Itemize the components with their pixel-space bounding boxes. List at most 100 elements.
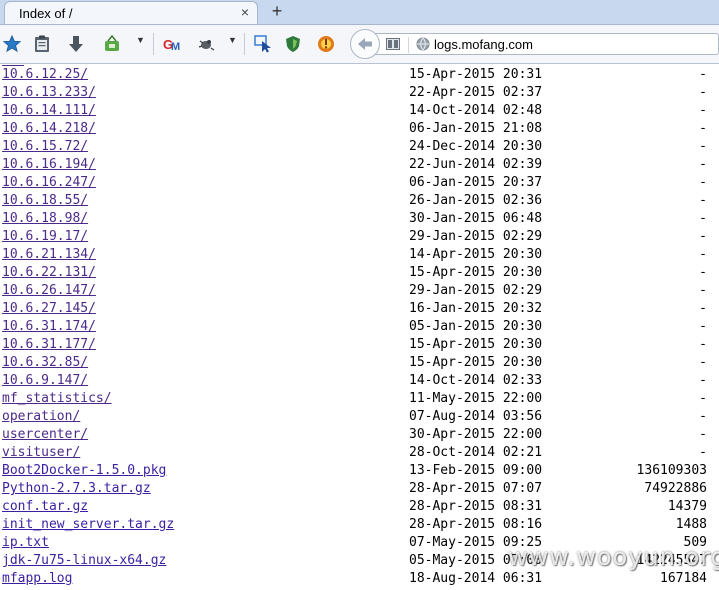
table-row: jdk-7u75-linux-x64.gz 05-May-2015 07:00 14… (0, 552, 719, 570)
directory-link[interactable]: 10.6.19.17/ (2, 229, 88, 244)
table-row: Boot2Docker-1.5.0.pkg 13-Feb-2015 09:00 13… (0, 462, 719, 480)
shield-icon[interactable] (283, 34, 303, 54)
directory-link[interactable]: 10.6.26.147/ (2, 283, 96, 298)
table-row: ip.txt 07-May-2015 09:25 509 (0, 534, 719, 552)
table-row: 10.6.14.218/06-Jan-2015 21:08 - (0, 120, 719, 138)
directory-link[interactable]: 10.6.18.55/ (2, 193, 88, 208)
file-size: 167184 (660, 571, 707, 586)
directory-link[interactable]: 10.6.31.174/ (2, 319, 96, 334)
modified-date: 14-Oct-2014 02:33 (409, 373, 543, 388)
modified-date: 18-Aug-2014 06:31 (409, 571, 543, 586)
modified-date: 28-Apr-2015 08:31 (409, 499, 543, 514)
table-row: 10.6.16.194/22-Jun-2014 02:39 - (0, 156, 719, 174)
directory-link[interactable]: 10.6.18.98/ (2, 211, 88, 226)
modified-date: 15-Apr-2015 20:30 (409, 337, 543, 352)
file-size: - (699, 121, 707, 136)
modified-date: 06-Jan-2015 20:37 (409, 175, 543, 190)
modified-date: 05-May-2015 07:00 (409, 553, 543, 568)
cursor-icon[interactable] (253, 34, 273, 54)
download-arrow-icon[interactable] (66, 34, 86, 54)
directory-link[interactable]: 10.6.14.111/ (2, 103, 96, 118)
chevron-down-icon[interactable]: ▼ (228, 35, 237, 45)
directory-link[interactable]: 10.6.22.131/ (2, 265, 96, 280)
new-tab-button[interactable]: + (266, 1, 288, 23)
globe-icon[interactable] (416, 37, 430, 51)
directory-link[interactable]: 10.6.27.145/ (2, 301, 96, 316)
file-link[interactable]: mfapp.log (2, 571, 72, 586)
file-link[interactable]: jdk-7u75-linux-x64.gz (2, 553, 166, 568)
file-size: - (699, 211, 707, 226)
table-row: 10.6.14.111/14-Oct-2014 02:48 - (0, 102, 719, 120)
directory-link[interactable]: 10.6.16.247/ (2, 175, 96, 190)
addon-icon[interactable] (316, 34, 336, 54)
directory-link[interactable]: 10.6.32.85/ (2, 355, 88, 370)
table-row: 10.6.18.98/30-Jan-2015 06:48 - (0, 210, 719, 228)
directory-link[interactable]: 10.6.21.134/ (2, 247, 96, 262)
modified-date: 30-Apr-2015 22:00 (409, 427, 543, 442)
file-size: 142245547 (636, 553, 707, 568)
modified-date: 15-Apr-2015 20:30 (409, 265, 543, 280)
directory-link[interactable]: 10.6.14.218/ (2, 121, 96, 136)
modified-date: 22-Jun-2014 02:39 (409, 157, 543, 172)
table-row: mfapp.log 18-Aug-2014 06:31 167184 (0, 570, 719, 588)
file-link[interactable]: ip.txt (2, 535, 49, 550)
file-size: 74922886 (644, 481, 707, 496)
directory-link[interactable]: operation/ (2, 409, 80, 424)
modified-date: 15-Apr-2015 20:30 (409, 355, 543, 370)
gm-icon[interactable]: GM (162, 34, 182, 54)
file-link[interactable]: init_new_server.tar.gz (2, 517, 174, 532)
file-link[interactable]: Python-2.7.3.tar.gz (2, 481, 151, 496)
url-bar[interactable]: logs.mofang.com (372, 33, 719, 55)
url-divider (408, 37, 409, 53)
modified-date: 29-Jan-2015 02:29 (409, 283, 543, 298)
file-size: 509 (683, 535, 707, 550)
back-button[interactable] (350, 29, 380, 59)
directory-link[interactable]: 10.6.12.25/ (2, 67, 88, 82)
star-icon[interactable] (2, 34, 22, 54)
directory-link[interactable]: visituser/ (2, 445, 80, 460)
bug-icon[interactable] (196, 34, 216, 54)
file-size: - (699, 67, 707, 82)
table-row: 10.6.31.177/15-Apr-2015 20:30 - (0, 336, 719, 354)
file-size: 1488 (675, 517, 707, 532)
directory-link[interactable]: 10.6.31.177/ (2, 337, 96, 352)
tab-index[interactable]: Index of / × (4, 1, 258, 24)
directory-link[interactable]: 10.6.9.147/ (2, 373, 88, 388)
file-link[interactable]: conf.tar.gz (2, 499, 88, 514)
table-row: operation/07-Aug-2014 03:56 - (0, 408, 719, 426)
clipboard-icon[interactable] (32, 34, 52, 54)
table-row: 10.6.19.17/29-Jan-2015 02:29 - (0, 228, 719, 246)
table-row: 10.6.32.85/15-Apr-2015 20:30 - (0, 354, 719, 372)
table-row: 10.6.26.147/29-Jan-2015 02:29 - (0, 282, 719, 300)
file-link[interactable]: Boot2Docker-1.5.0.pkg (2, 463, 166, 478)
chevron-down-icon[interactable]: ▼ (136, 35, 145, 45)
modified-date: 15-Apr-2015 20:31 (409, 67, 543, 82)
reader-view-icon[interactable] (386, 38, 400, 50)
modified-date: 28-Apr-2015 07:07 (409, 481, 543, 496)
file-size: - (699, 265, 707, 280)
directory-link[interactable]: mf_statistics/ (2, 391, 112, 406)
table-row: 10.6.16.247/06-Jan-2015 20:37 - (0, 174, 719, 192)
file-size: - (699, 157, 707, 172)
file-size: 14379 (667, 499, 707, 514)
directory-link[interactable]: 10.6.16.194/ (2, 157, 96, 172)
back-arrow-icon (358, 38, 372, 50)
close-tab-icon[interactable]: × (241, 4, 249, 20)
file-size: - (699, 427, 707, 442)
file-size: - (699, 247, 707, 262)
modified-date: 22-Apr-2015 02:37 (409, 85, 543, 100)
modified-date: 28-Oct-2014 02:21 (409, 445, 543, 460)
table-row: 10.6.12.25/15-Apr-2015 20:31 - (0, 66, 719, 84)
url-text[interactable]: logs.mofang.com (434, 37, 533, 52)
directory-link[interactable]: 10.6.15.72/ (2, 139, 88, 154)
modified-date: 05-Jan-2015 20:30 (409, 319, 543, 334)
directory-link[interactable]: usercenter/ (2, 427, 88, 442)
tab-strip: Index of / × + (0, 0, 719, 25)
modified-date: 28-Apr-2015 08:16 (409, 517, 543, 532)
table-row: usercenter/30-Apr-2015 22:00 - (0, 426, 719, 444)
basket-icon[interactable] (102, 34, 122, 54)
table-row: visituser/28-Oct-2014 02:21 - (0, 444, 719, 462)
table-row: conf.tar.gz 28-Apr-2015 08:31 14379 (0, 498, 719, 516)
modified-date: 07-Aug-2014 03:56 (409, 409, 543, 424)
directory-link[interactable]: 10.6.13.233/ (2, 85, 96, 100)
